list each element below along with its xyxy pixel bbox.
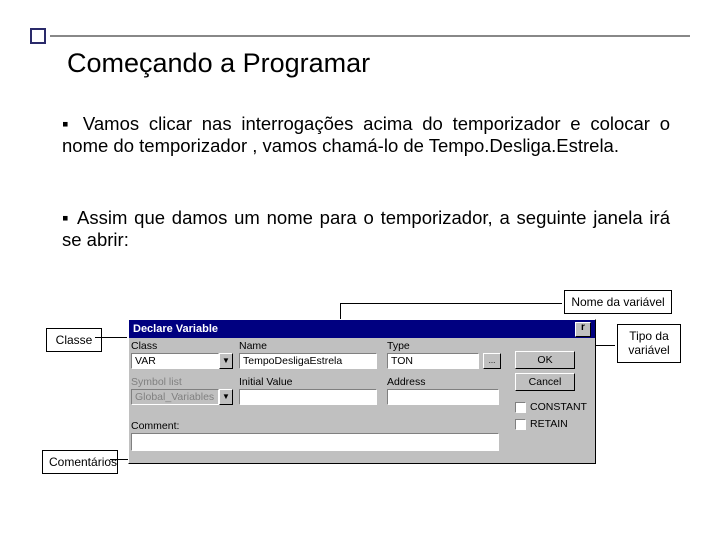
label-class: Class: [131, 340, 157, 352]
label-address: Address: [387, 376, 426, 388]
connector-line: [95, 337, 127, 338]
ok-button[interactable]: OK: [515, 351, 575, 369]
label-initialvalue: Initial Value: [239, 376, 293, 388]
dialog-title: Declare Variable: [133, 323, 218, 335]
paragraph-1: ▪ Vamos clicar nas interrogações acima d…: [62, 113, 670, 157]
label-symbollist: Symbol list: [131, 376, 182, 388]
checkbox-icon: [515, 419, 526, 430]
cancel-button[interactable]: Cancel: [515, 373, 575, 391]
address-field[interactable]: [387, 389, 499, 405]
type-ellipsis-button[interactable]: ...: [483, 353, 501, 369]
paragraph-2-text: Assim que damos um nome para o temporiza…: [62, 207, 670, 250]
label-name: Name: [239, 340, 267, 352]
dialog-titlebar: Declare Variable r: [129, 320, 595, 338]
declare-variable-dialog: Declare Variable r Class Name Type VAR ▼…: [128, 319, 596, 464]
name-field[interactable]: TempoDesligaEstrela: [239, 353, 377, 369]
callout-classe: Classe: [46, 328, 102, 352]
label-comment: Comment:: [131, 420, 179, 432]
decoration-square-icon: [30, 28, 46, 44]
page-title: Começando a Programar: [67, 48, 370, 79]
retain-checkbox[interactable]: RETAIN: [515, 418, 568, 430]
initialvalue-field[interactable]: [239, 389, 377, 405]
constant-checkbox[interactable]: CONSTANT: [515, 401, 587, 413]
type-field[interactable]: TON: [387, 353, 479, 369]
header-decoration: [30, 28, 690, 44]
connector-line: [340, 303, 562, 304]
bullet-icon: ▪: [62, 113, 83, 134]
symbollist-field: Global_Variables: [131, 389, 219, 405]
class-field[interactable]: VAR: [131, 353, 219, 369]
callout-nome: Nome da variável: [564, 290, 672, 314]
checkbox-icon: [515, 402, 526, 413]
paragraph-1-text: Vamos clicar nas interrogações acima do …: [62, 113, 670, 156]
close-icon[interactable]: r: [575, 322, 591, 337]
retain-label: RETAIN: [530, 418, 568, 430]
symbollist-dropdown-icon: ▼: [219, 389, 233, 405]
class-dropdown-icon[interactable]: ▼: [219, 353, 233, 369]
dialog-body: Class Name Type VAR ▼ TempoDesligaEstrel…: [129, 338, 595, 466]
constant-label: CONSTANT: [530, 401, 587, 413]
label-type: Type: [387, 340, 410, 352]
dialog-diagram: Classe Nome da variável Tipo da variável…: [40, 290, 680, 490]
decoration-line: [50, 35, 690, 37]
callout-comentarios: Comentários: [42, 450, 118, 474]
bullet-icon: ▪: [62, 207, 77, 228]
comment-field[interactable]: [131, 433, 499, 451]
callout-tipo: Tipo da variável: [617, 324, 681, 363]
paragraph-2: ▪ Assim que damos um nome para o tempori…: [62, 207, 670, 251]
